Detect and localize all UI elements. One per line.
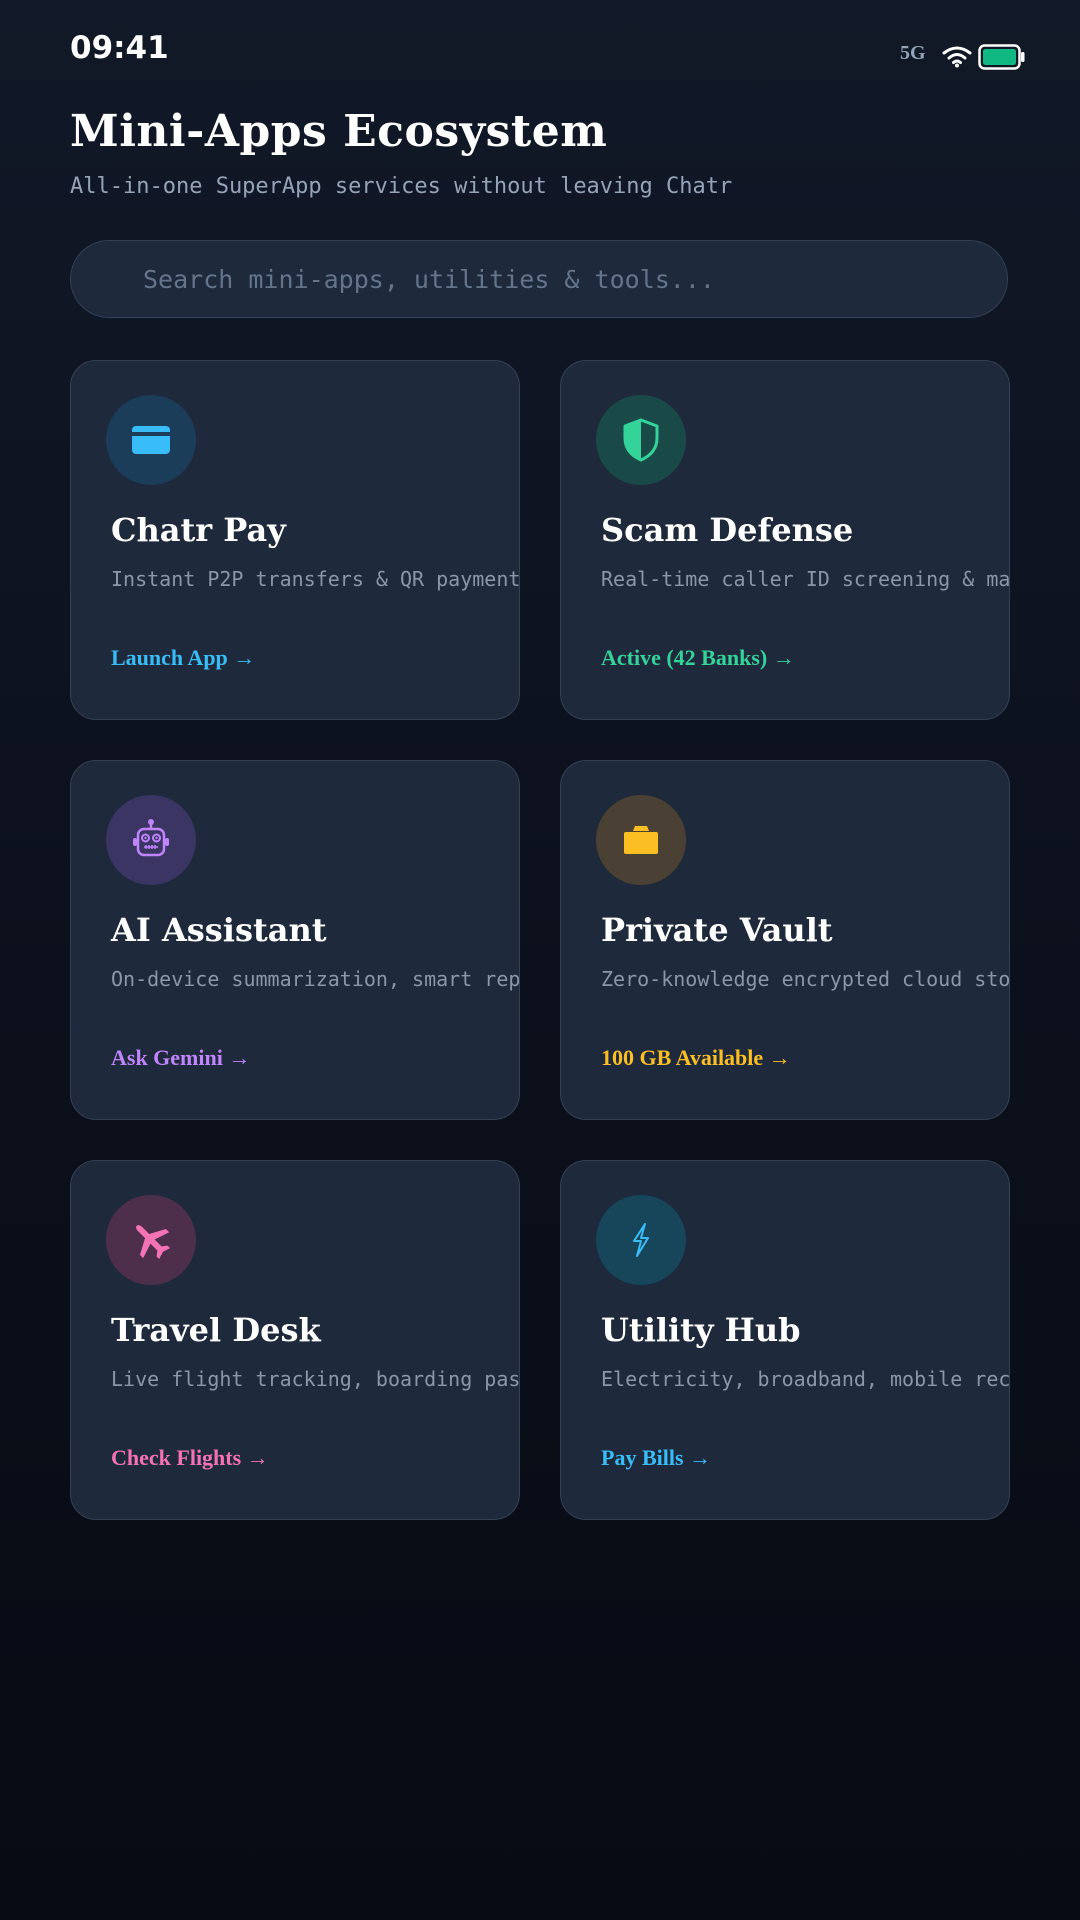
credit-card-icon (132, 426, 170, 454)
card-icon-badge (106, 1195, 196, 1285)
app-card-utility-hub[interactable]: Utility Hub Electricity, broadband, mobi… (560, 1160, 1010, 1520)
card-title: Private Vault (601, 911, 833, 949)
app-card-travel-desk[interactable]: Travel Desk Live flight tracking, boardi… (70, 1160, 520, 1520)
status-time: 09:41 (70, 30, 169, 66)
check-flights-link[interactable]: Check Flights → (111, 1445, 269, 1471)
wifi-icon (942, 46, 972, 68)
scam-defense-status-link[interactable]: Active (42 Banks) → (601, 645, 795, 671)
lightning-icon (633, 1223, 649, 1257)
page-subtitle: All-in-one SuperApp services without lea… (70, 174, 733, 199)
app-card-ai-assistant[interactable]: AI Assistant On-device summarization, sm… (70, 760, 520, 1120)
card-title: Scam Defense (601, 511, 854, 549)
pay-bills-link[interactable]: Pay Bills → (601, 1445, 711, 1471)
ask-gemini-link[interactable]: Ask Gemini → (111, 1045, 250, 1071)
search-bar[interactable] (70, 240, 1008, 318)
card-title: Travel Desk (111, 1311, 321, 1349)
card-icon-badge (106, 795, 196, 885)
vault-storage-link[interactable]: 100 GB Available → (601, 1045, 791, 1071)
app-card-chatr-pay[interactable]: Chatr Pay Instant P2P transfers & QR pay… (70, 360, 520, 720)
card-icon-badge (596, 795, 686, 885)
card-description: Live flight tracking, boarding pass stor… (111, 1367, 520, 1391)
airplane-icon (136, 1225, 171, 1260)
card-description: Zero-knowledge encrypted cloud storage f… (601, 967, 1010, 991)
card-title: Utility Hub (601, 1311, 801, 1349)
launch-app-link[interactable]: Launch App → (111, 645, 255, 671)
card-description: Real-time caller ID screening & maliciou… (601, 567, 1010, 591)
card-icon-badge (596, 395, 686, 485)
status-bar: 09:41 5G (0, 0, 1080, 100)
network-indicator: 5G (900, 42, 926, 64)
robot-icon (133, 819, 169, 857)
card-description: On-device summarization, smart replies, … (111, 967, 520, 991)
search-input[interactable] (141, 241, 985, 318)
battery-icon (978, 44, 1025, 70)
card-title: Chatr Pay (111, 511, 286, 549)
card-description: Instant P2P transfers & QR payments with (111, 567, 520, 591)
card-title: AI Assistant (111, 911, 327, 949)
page-title: Mini-Apps Ecosystem (70, 106, 608, 157)
app-card-private-vault[interactable]: Private Vault Zero-knowledge encrypted c… (560, 760, 1010, 1120)
card-icon-badge (106, 395, 196, 485)
app-card-scam-defense[interactable]: Scam Defense Real-time caller ID screeni… (560, 360, 1010, 720)
card-description: Electricity, broadband, mobile recharges… (601, 1367, 1010, 1391)
card-icon-badge (596, 1195, 686, 1285)
shield-icon (623, 418, 659, 462)
folder-icon (624, 826, 658, 854)
